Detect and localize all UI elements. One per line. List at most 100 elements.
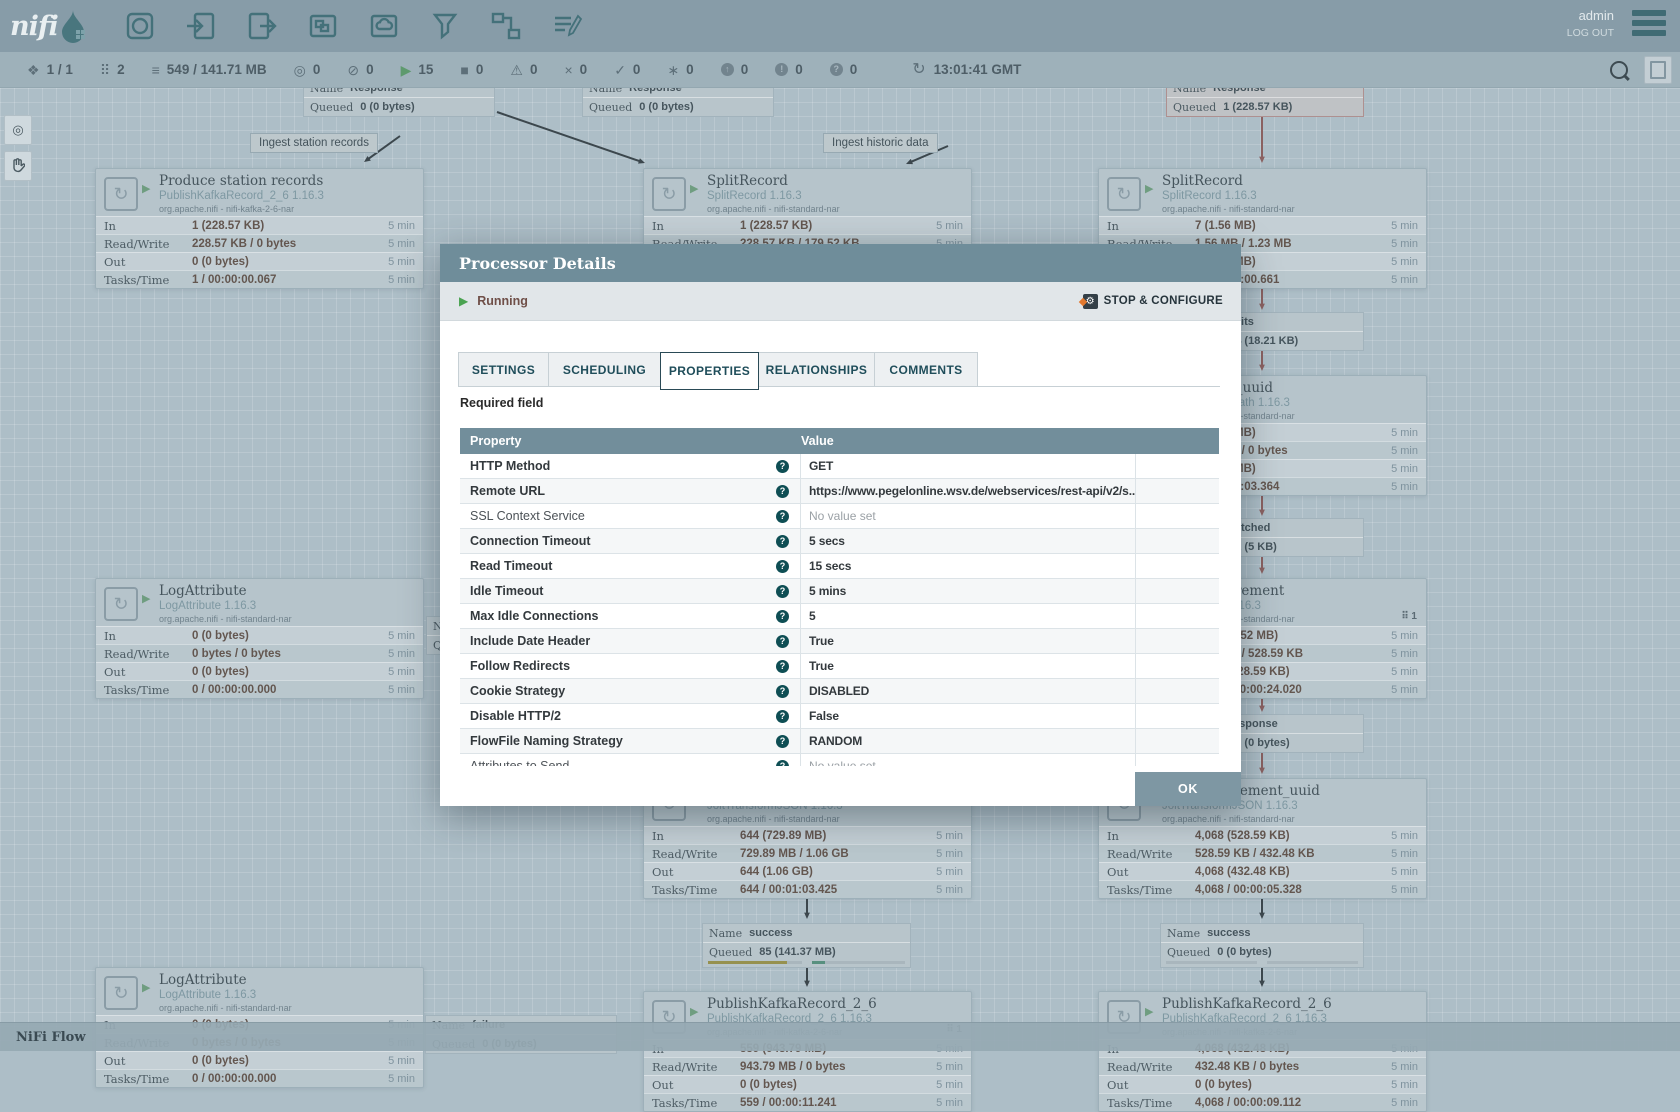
help-icon[interactable]: ?	[776, 485, 789, 498]
stat-row: Read/Write0 bytes / 0 bytes5 min	[96, 644, 423, 662]
property-value-cell[interactable]: No value set	[801, 504, 1136, 528]
global-menu-icon[interactable]	[1632, 10, 1666, 40]
property-value-cell[interactable]: 15 secs	[801, 554, 1136, 578]
running-icon: ▶	[142, 182, 150, 195]
tab-scheduling[interactable]: SCHEDULING	[548, 352, 661, 387]
breadcrumb[interactable]: NiFi Flow	[16, 1030, 86, 1045]
connection-queued-label: Queued	[310, 101, 353, 114]
tab-properties[interactable]: PROPERTIES	[660, 352, 759, 390]
help-icon[interactable]: ?	[776, 535, 789, 548]
help-icon[interactable]: ?	[776, 735, 789, 748]
running-icon: ▶	[690, 182, 698, 195]
tab-settings[interactable]: SETTINGS	[458, 352, 549, 387]
navigate-palette-button[interactable]: ◎	[4, 115, 32, 145]
property-extra-cell	[1136, 679, 1219, 703]
processor-type-icon: ↻	[104, 976, 138, 1010]
stop-and-configure-button[interactable]: ⚙ STOP & CONFIGURE	[1083, 294, 1223, 309]
connection-queued: 1 (5 KB)	[1235, 541, 1277, 553]
property-row: Connection Timeout? 5 secs	[460, 529, 1219, 554]
help-icon[interactable]: ?	[776, 660, 789, 673]
property-value: 5 mins	[809, 584, 846, 598]
remote-process-group-icon[interactable]	[366, 8, 402, 44]
property-extra-cell	[1136, 504, 1219, 528]
stat-value: 0 bytes / 0 bytes	[192, 648, 388, 660]
processor-name: LogAttribute	[159, 972, 292, 988]
stat-value: 729.89 MB / 1.06 GB	[740, 848, 936, 860]
help-icon[interactable]: ?	[776, 635, 789, 648]
process-group-icon[interactable]	[305, 8, 341, 44]
ok-button[interactable]: OK	[1135, 772, 1241, 806]
property-value-cell[interactable]: False	[801, 704, 1136, 728]
running-status: ▶15	[401, 62, 434, 77]
input-port-icon[interactable]	[183, 8, 219, 44]
canvas-label[interactable]: Ingest station records	[250, 133, 378, 153]
canvas-label[interactable]: Ingest historic data	[823, 133, 938, 153]
property-name: Cookie Strategy	[470, 684, 565, 698]
processor-publishkafkarecord-2-6[interactable]: ↻▶PublishKafkaRecord_2_6PublishKafkaReco…	[643, 991, 972, 1112]
output-port-icon[interactable]	[244, 8, 280, 44]
processor-icon[interactable]	[122, 8, 158, 44]
tab-relationships[interactable]: RELATIONSHIPS	[758, 352, 875, 387]
help-icon[interactable]: ?	[776, 510, 789, 523]
nifi-logo: nifi	[10, 8, 88, 44]
property-value-cell[interactable]: True	[801, 629, 1136, 653]
property-extra-cell	[1136, 529, 1219, 553]
logout-link[interactable]: LOG OUT	[1567, 27, 1614, 39]
refresh-block[interactable]: ↻ 13:01:41 GMT	[912, 62, 1021, 78]
tab-comments[interactable]: COMMENTS	[874, 352, 978, 387]
property-value-cell[interactable]: GET	[801, 454, 1136, 478]
property-value-cell[interactable]: DISABLED	[801, 679, 1136, 703]
processor-header: ↻▶Produce station recordsPublishKafkaRec…	[96, 169, 423, 216]
property-value-cell[interactable]: 5 mins	[801, 579, 1136, 603]
help-icon[interactable]: ?	[776, 710, 789, 723]
property-name: Connection Timeout	[470, 534, 591, 548]
help-icon[interactable]: ?	[776, 560, 789, 573]
operate-palette-button[interactable]	[4, 151, 32, 181]
user-block: admin LOG OUT	[1567, 8, 1614, 39]
running-icon: ▶	[142, 592, 150, 605]
stat-value: 943.79 MB / 0 bytes	[740, 1061, 936, 1073]
panel-toggle-button[interactable]	[1644, 56, 1672, 84]
processor-bundle: org.apache.nifi - nifi-standard-nar	[159, 1003, 292, 1013]
processor-logattribute[interactable]: ↻▶LogAttributeLogAttribute 1.16.3org.apa…	[95, 578, 424, 699]
stat-row: Tasks/Time559 / 00:00:11.2415 min	[644, 1093, 971, 1111]
birdseye-icon: ◎	[12, 122, 23, 138]
modified-stale-icon: !	[775, 63, 788, 76]
sync-failure-icon: ?	[830, 63, 843, 76]
stat-label: Tasks/Time	[104, 273, 192, 287]
stat-value: 7 (1.56 MB)	[1195, 220, 1391, 232]
stat-window: 5 min	[1391, 1079, 1418, 1091]
stat-row: In0 (0 bytes)5 min	[96, 626, 423, 644]
stat-value: 432.48 KB / 0 bytes	[1195, 1061, 1391, 1073]
help-icon[interactable]: ?	[776, 460, 789, 473]
processor-publishkafkarecord-2-6[interactable]: ↻▶PublishKafkaRecord_2_6PublishKafkaReco…	[1098, 991, 1427, 1112]
refresh-icon[interactable]: ↻	[912, 62, 925, 78]
help-icon[interactable]: ?	[776, 610, 789, 623]
template-icon[interactable]	[488, 8, 524, 44]
stat-row: Tasks/Time4,068 / 00:00:09.1125 min	[1099, 1093, 1426, 1111]
label-icon[interactable]	[549, 8, 585, 44]
processor-produce-station-records[interactable]: ↻▶Produce station recordsPublishKafkaRec…	[95, 168, 424, 289]
stat-value: 0 (0 bytes)	[192, 630, 388, 642]
property-value-cell[interactable]: True	[801, 654, 1136, 678]
help-icon[interactable]: ?	[776, 685, 789, 698]
stat-window: 5 min	[1391, 238, 1418, 250]
help-icon[interactable]: ?	[776, 760, 789, 767]
stat-window: 5 min	[1391, 666, 1418, 678]
app-header: nifi admin LOG OUT	[0, 0, 1680, 52]
funnel-icon[interactable]	[427, 8, 463, 44]
help-icon[interactable]: ?	[776, 585, 789, 598]
stat-value: 0 (0 bytes)	[192, 1055, 388, 1067]
up-to-date-count: 0	[633, 62, 641, 77]
connection-label[interactable]: NamesuccessQueued85 (141.37 MB)	[702, 923, 911, 968]
property-value-cell[interactable]: RANDOM	[801, 729, 1136, 753]
connection-label[interactable]: NamesuccessQueued0 (0 bytes)	[1160, 923, 1364, 968]
property-value-cell[interactable]: 5	[801, 604, 1136, 628]
property-value-cell[interactable]: https://www.pegelonline.wsv.de/webservic…	[801, 479, 1136, 503]
invalid-status: ⚠0	[510, 62, 537, 77]
property-value-cell[interactable]: No value set	[801, 754, 1136, 766]
stat-value: 0 (0 bytes)	[192, 256, 388, 268]
processor-name: LogAttribute	[159, 583, 292, 599]
search-icon[interactable]	[1610, 61, 1628, 79]
property-value-cell[interactable]: 5 secs	[801, 529, 1136, 553]
